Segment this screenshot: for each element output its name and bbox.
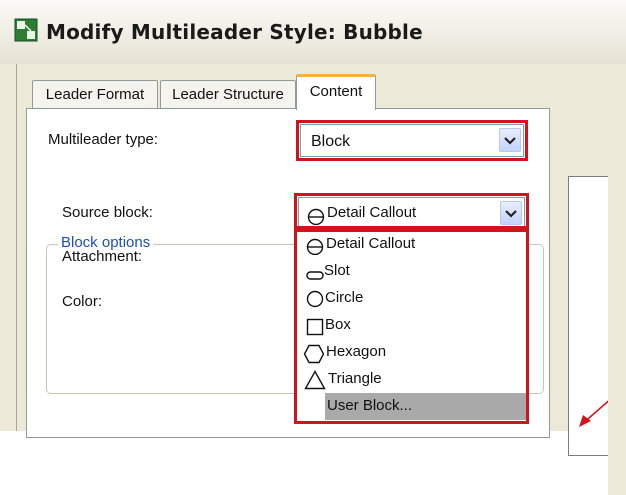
multileader-type-label: Multileader type: [48,131,159,148]
detail-callout-icon [306,238,324,255]
chevron-down-icon[interactable] [499,128,521,152]
attachment-label: Attachment: [62,248,143,265]
source-block-label: Source block: [62,204,153,221]
source-block-value: Detail Callout [327,204,417,221]
slot-icon [306,271,324,280]
triangle-icon [304,370,326,390]
tab-label: Leader Format [45,86,145,103]
multileader-style-icon [14,18,38,42]
option-label: Triangle [328,370,382,387]
option-label: Slot [324,262,350,279]
chevron-down-icon[interactable] [500,201,522,225]
option-label: Circle [325,289,364,306]
detail-callout-icon [307,208,325,225]
box-icon [306,318,324,336]
circle-icon [306,290,324,308]
dropdown-option-triangle[interactable]: Triangle [297,366,526,393]
dropdown-option-detail-callout[interactable]: Detail Callout [297,231,526,258]
dropdown-option-box[interactable]: Box [297,312,526,339]
multileader-type-select[interactable]: Block [300,124,524,157]
option-label: Hexagon [326,343,387,360]
tab-leader-structure[interactable]: Leader Structure [160,80,296,108]
dropdown-option-hexagon[interactable]: Hexagon [297,339,526,366]
tab-leader-format[interactable]: Leader Format [32,80,158,108]
tab-label: Content [309,83,363,100]
option-label: Box [325,316,351,333]
tab-label: Leader Structure [172,86,284,103]
source-block-select[interactable]: Detail Callout [298,197,525,228]
multileader-type-value: Block [311,133,351,150]
dropdown-option-slot[interactable]: Slot [297,258,526,285]
dropdown-option-user-block[interactable]: User Block... [325,393,526,420]
window-edge [608,64,626,495]
window-title: Modify Multileader Style: Bubble [46,20,423,44]
color-label: Color: [62,293,103,310]
option-label: Detail Callout [326,235,416,252]
title-bar[interactable]: Modify Multileader Style: Bubble [0,0,626,65]
tab-content[interactable]: Content [296,74,376,110]
hexagon-icon [303,344,325,364]
source-block-dropdown-list[interactable]: Detail Callout Slot Circle Box Hexagon T… [296,228,527,422]
option-label: User Block... [327,397,413,414]
dropdown-option-circle[interactable]: Circle [297,285,526,312]
